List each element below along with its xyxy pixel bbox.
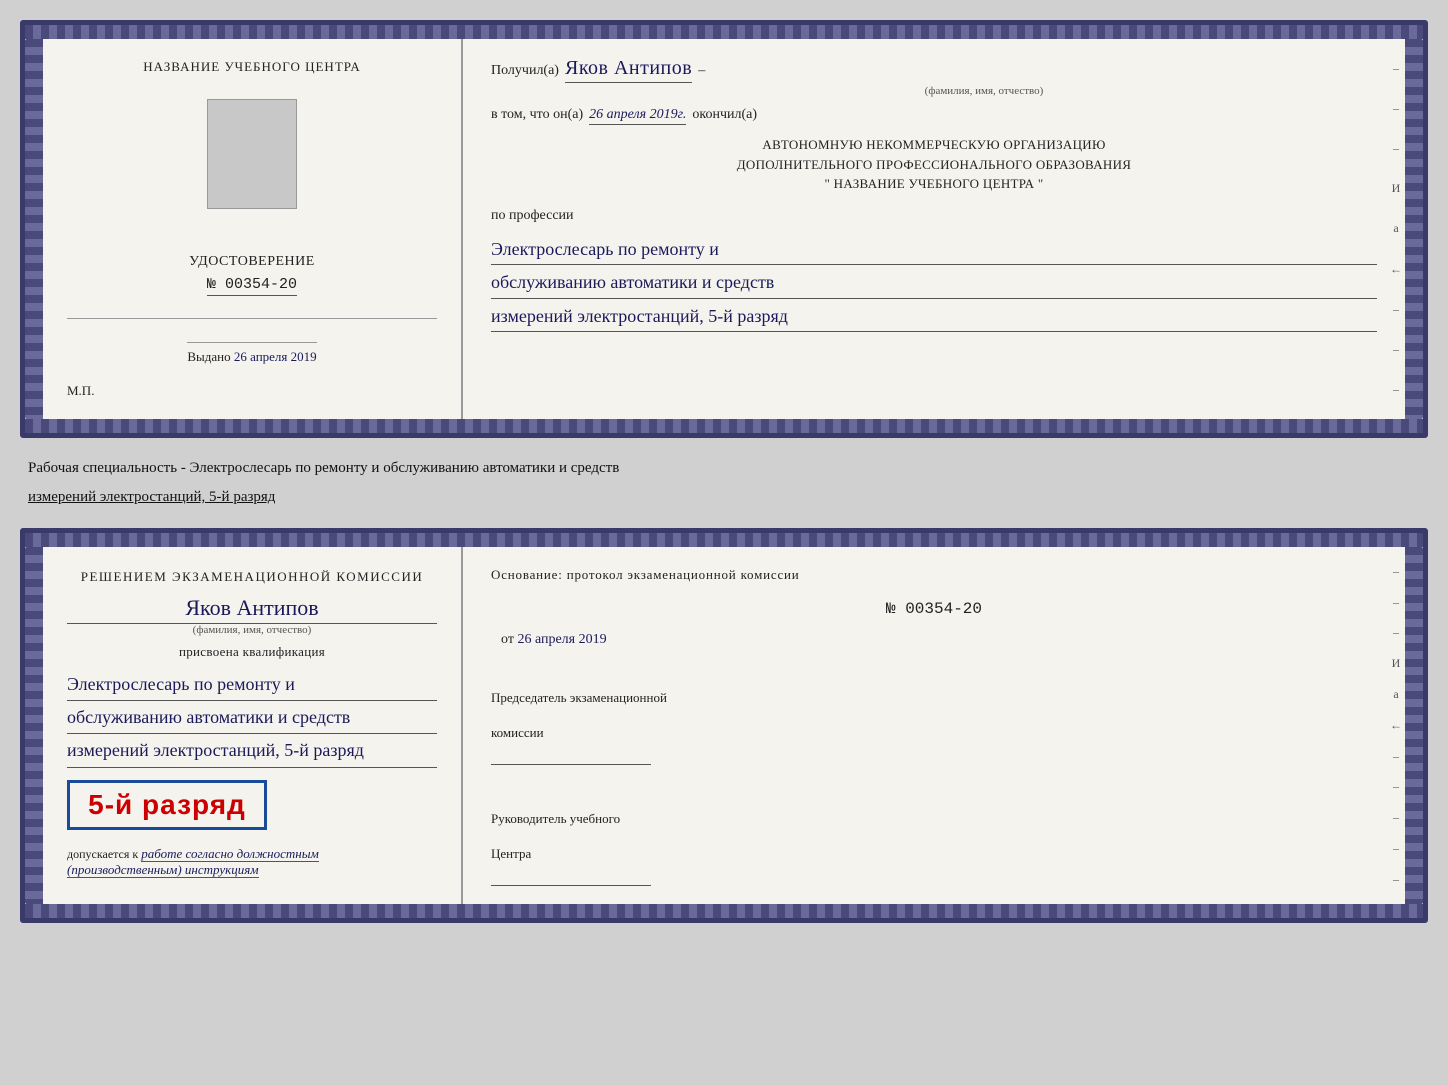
b-dash-arrow: ←	[1390, 718, 1402, 733]
date-handwritten: 26 апреля 2019г.	[589, 107, 686, 125]
poluchil-name: Яков Антипов	[565, 57, 692, 83]
profession-block: Электрослесарь по ремонту и обслуживанию…	[491, 234, 1377, 335]
razryad-text: 5-й разряд	[82, 789, 252, 821]
b-dash-1: –	[1393, 564, 1399, 579]
bottom-left-panel: Решением экзаменационной комиссии Яков А…	[43, 547, 463, 904]
bottom-right-side-dashes: – – – И а ← – – – – –	[1387, 547, 1405, 904]
bottom-right-decorative-bar	[1405, 547, 1423, 904]
dopuskaetsya-label: допускается к	[67, 847, 138, 861]
predsedatel-label: Председатель экзаменационной	[491, 688, 1377, 708]
dash-a: а	[1393, 221, 1398, 236]
b-dash-3: –	[1393, 625, 1399, 640]
rukovoditel-block: Руководитель учебного Центра	[491, 793, 1377, 886]
dash-1: –	[1393, 61, 1399, 76]
bottom-right-panel: Основание: протокол экзаменационной коми…	[463, 547, 1405, 904]
top-decorative-strip	[25, 25, 1423, 39]
qualification-block: Электрослесарь по ремонту и обслуживанию…	[67, 668, 437, 768]
dash-5: –	[1393, 342, 1399, 357]
org-block: АВТОНОМНУЮ НЕКОММЕРЧЕСКУЮ ОРГАНИЗАЦИЮ ДО…	[491, 135, 1377, 194]
poluchil-label: Получил(а)	[491, 63, 559, 79]
prisvoena-label: присвоена квалификация	[67, 644, 437, 660]
profession-line2: обслуживанию автоматики и средств	[491, 267, 1377, 299]
school-name-label: НАЗВАНИЕ УЧЕБНОГО ЦЕНТРА	[143, 59, 360, 75]
org-line2: ДОПОЛНИТЕЛЬНОГО ПРОФЕССИОНАЛЬНОГО ОБРАЗО…	[491, 155, 1377, 175]
vydano-date: 26 апреля 2019	[234, 349, 317, 364]
protocol-number: № 00354-20	[491, 600, 1377, 618]
bottom-document-card: Решением экзаменационной комиссии Яков А…	[20, 528, 1428, 923]
b-dash-6: –	[1393, 810, 1399, 825]
top-doc-inner: НАЗВАНИЕ УЧЕБНОГО ЦЕНТРА УДОСТОВЕРЕНИЕ №…	[25, 39, 1423, 419]
org-line1: АВТОНОМНУЮ НЕКОММЕРЧЕСКУЮ ОРГАНИЗАЦИЮ	[491, 135, 1377, 155]
ot-date: 26 апреля 2019	[517, 632, 606, 647]
fio-hint-bottom: (фамилия, имя, отчество)	[67, 624, 437, 636]
bottom-bottom-decorative-strip	[25, 904, 1423, 918]
right-decorative-bar	[1405, 39, 1423, 419]
rukovoditel-label: Руководитель учебного	[491, 809, 1377, 829]
predsedatel-block: Председатель экзаменационной комиссии	[491, 672, 1377, 765]
b-dash-4: –	[1393, 749, 1399, 764]
dopuskaetsya-block: допускается к работе согласно должностны…	[67, 846, 437, 878]
resheniem-text: Решением экзаменационной комиссии	[67, 567, 437, 587]
dash-4: –	[1393, 302, 1399, 317]
ot-label: от	[501, 632, 514, 647]
dopuskaetsya-text2: (производственным) инструкциям	[67, 862, 259, 878]
dash-i: И	[1392, 181, 1401, 196]
vydano-line: Выдано 26 апреля 2019	[187, 342, 316, 365]
rukovoditel-label2: Центра	[491, 844, 1377, 864]
qual-line2: обслуживанию автоматики и средств	[67, 701, 437, 734]
bottom-left-decorative-bar	[25, 547, 43, 904]
vtom-line: в том, что он(а) 26 апреля 2019г. окончи…	[491, 107, 1377, 125]
okonchil-label: окончил(а)	[692, 107, 757, 123]
vydano-label: Выдано	[187, 349, 230, 364]
razryad-box: 5-й разряд	[67, 780, 267, 830]
top-document-card: НАЗВАНИЕ УЧЕБНОГО ЦЕНТРА УДОСТОВЕРЕНИЕ №…	[20, 20, 1428, 438]
name-handwritten: Яков Антипов	[67, 595, 437, 624]
b-dash-a: а	[1393, 687, 1398, 702]
dash-3: –	[1393, 141, 1399, 156]
dash-2: –	[1393, 101, 1399, 116]
profession-line1: Электрослесарь по ремонту и	[491, 234, 1377, 266]
b-dash-8: –	[1393, 872, 1399, 887]
mp-label: М.П.	[67, 383, 94, 399]
org-name: " НАЗВАНИЕ УЧЕБНОГО ЦЕНТРА "	[491, 174, 1377, 194]
right-side-dashes: – – – И а ← – – –	[1387, 39, 1405, 419]
description-line2: измерений электростанций, 5-й разряд	[28, 483, 1420, 512]
dash-6: –	[1393, 382, 1399, 397]
fio-hint-top: (фамилия, имя, отчество)	[491, 85, 1377, 97]
dopuskaetsya-text: работе согласно должностным	[141, 846, 319, 862]
bottom-decorative-strip	[25, 419, 1423, 433]
poprofessii-line: по профессии	[491, 208, 1377, 224]
top-left-panel: НАЗВАНИЕ УЧЕБНОГО ЦЕНТРА УДОСТОВЕРЕНИЕ №…	[43, 39, 463, 419]
left-decorative-bar	[25, 39, 43, 419]
qual-line3: измерений электростанций, 5-й разряд	[67, 734, 437, 767]
b-dash-2: –	[1393, 595, 1399, 610]
b-dash-i: И	[1392, 656, 1401, 671]
b-dash-7: –	[1393, 841, 1399, 856]
name-block-bottom: Яков Антипов (фамилия, имя, отчество)	[67, 595, 437, 636]
profession-line3: измерений электростанций, 5-й разряд	[491, 301, 1377, 333]
udostoverenie-number: № 00354-20	[207, 276, 297, 296]
dash-arrow: ←	[1390, 262, 1402, 277]
photo-placeholder	[207, 99, 297, 209]
udostoverenie-title: УДОСТОВЕРЕНИЕ	[189, 254, 315, 270]
description-block: Рабочая специальность - Электрослесарь п…	[20, 450, 1428, 516]
top-right-panel: Получил(а) Яков Антипов – (фамилия, имя,…	[463, 39, 1405, 419]
b-dash-5: –	[1393, 779, 1399, 794]
bottom-top-decorative-strip	[25, 533, 1423, 547]
bottom-doc-inner: Решением экзаменационной комиссии Яков А…	[25, 547, 1423, 904]
vtom-label: в том, что он(а)	[491, 107, 583, 123]
predsedatel-signature-line	[491, 747, 651, 765]
rukovoditel-signature-line	[491, 868, 651, 886]
qual-line1: Электрослесарь по ремонту и	[67, 668, 437, 701]
description-line1: Рабочая специальность - Электрослесарь п…	[28, 454, 1420, 483]
osnov-label: Основание: протокол экзаменационной коми…	[491, 565, 1377, 586]
poluchil-line: Получил(а) Яков Антипов –	[491, 57, 1377, 83]
predsedatel-label2: комиссии	[491, 723, 1377, 743]
ot-date-line: от 26 апреля 2019	[491, 632, 1377, 648]
poluchil-block: Получил(а) Яков Антипов – (фамилия, имя,…	[491, 57, 1377, 97]
